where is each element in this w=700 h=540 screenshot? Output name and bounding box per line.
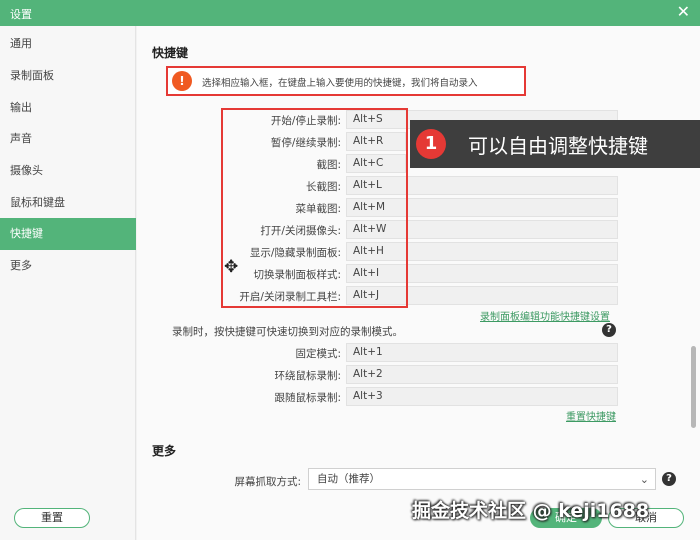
- reset-hotkeys-link[interactable]: 重置快捷键: [566, 408, 616, 423]
- reset-button[interactable]: 重置: [14, 508, 90, 528]
- annotation-number: 1: [416, 129, 446, 159]
- mode-field-follow-mouse[interactable]: Alt+3: [346, 387, 618, 406]
- close-icon[interactable]: ✕: [677, 3, 690, 21]
- capture-mode-label: 屏幕抓取方式:: [234, 476, 301, 488]
- window-title: 设置: [10, 8, 32, 21]
- mode-label-around-mouse: 环绕鼠标录制:: [274, 370, 341, 382]
- help-icon[interactable]: ?: [602, 323, 616, 337]
- notice-text: 选择相应输入框，在键盘上输入要使用的快捷键，我们将自动录入: [202, 78, 478, 89]
- sidebar-item-output[interactable]: 输出: [0, 92, 136, 124]
- title-bar: 设置 ✕: [0, 0, 700, 26]
- mode-label-follow-mouse: 跟随鼠标录制:: [274, 392, 341, 404]
- mode-field-around-mouse[interactable]: Alt+2: [346, 365, 618, 384]
- capture-mode-value: 自动（推荐）: [317, 473, 380, 485]
- move-cursor-icon: ✥: [224, 257, 239, 277]
- help-icon[interactable]: ?: [662, 472, 676, 486]
- sidebar-item-mouse-keyboard[interactable]: 鼠标和键盘: [0, 187, 136, 219]
- annotation-text: 可以自由调整快捷键: [468, 134, 648, 158]
- mode-label-fixed: 固定模式:: [295, 348, 341, 360]
- more-section-title: 更多: [152, 444, 177, 458]
- watermark: 掘金技术社区 @ keji1688: [412, 500, 650, 522]
- sidebar-item-general[interactable]: 通用: [0, 28, 136, 60]
- sidebar-item-hotkeys[interactable]: 快捷键: [0, 218, 136, 250]
- chevron-down-icon: ⌄: [639, 473, 649, 486]
- sidebar: 通用 录制面板 输出 声音 摄像头 鼠标和键盘 快捷键 更多: [0, 26, 136, 540]
- scrollbar[interactable]: [691, 346, 696, 428]
- sidebar-item-audio[interactable]: 声音: [0, 123, 136, 155]
- hotkey-highlight-box: [221, 108, 408, 308]
- sidebar-item-recording-panel[interactable]: 录制面板: [0, 60, 136, 92]
- annotation-callout: 1 可以自由调整快捷键: [410, 120, 700, 168]
- mode-field-fixed[interactable]: Alt+1: [346, 343, 618, 362]
- warning-icon: !: [172, 71, 192, 91]
- sidebar-item-camera[interactable]: 摄像头: [0, 155, 136, 187]
- capture-mode-select[interactable]: 自动（推荐） ⌄: [308, 468, 656, 490]
- mode-hint: 录制时，按快捷键可快速切换到对应的录制模式。: [172, 326, 403, 338]
- hotkeys-section-title: 快捷键: [152, 46, 189, 60]
- sidebar-item-more[interactable]: 更多: [0, 250, 136, 282]
- notice-box: ! 选择相应输入框，在键盘上输入要使用的快捷键，我们将自动录入: [166, 66, 526, 96]
- panel-hotkey-settings-link[interactable]: 录制面板编辑功能快捷键设置: [480, 308, 610, 323]
